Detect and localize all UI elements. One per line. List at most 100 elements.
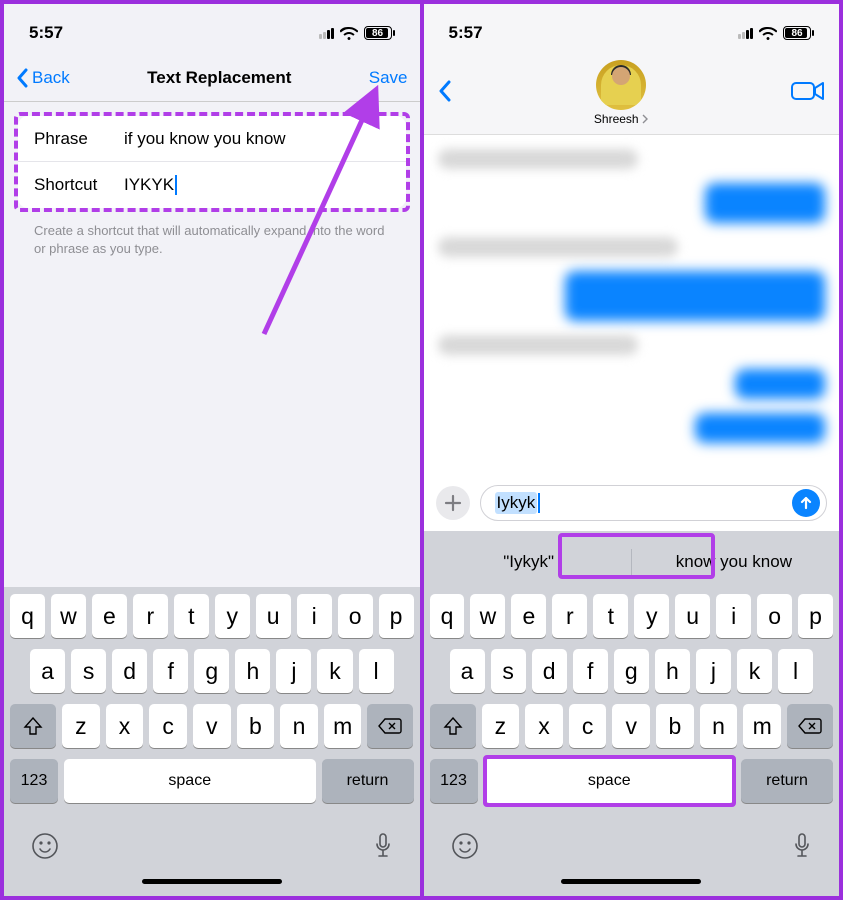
space-key[interactable]: space <box>64 759 316 803</box>
key-h[interactable]: h <box>235 649 270 693</box>
suggestion-2[interactable]: know you know <box>632 542 836 582</box>
dictation-icon[interactable] <box>373 832 393 865</box>
facetime-button[interactable] <box>791 80 825 107</box>
battery-icon: 86 <box>364 26 395 40</box>
numbers-key[interactable]: 123 <box>10 759 58 803</box>
shortcut-input[interactable]: IYKYK <box>124 175 390 196</box>
key-e[interactable]: e <box>511 594 546 638</box>
key-u[interactable]: u <box>675 594 710 638</box>
key-p[interactable]: p <box>798 594 833 638</box>
contact-name: Shreesh <box>594 112 639 126</box>
key-e[interactable]: e <box>92 594 127 638</box>
key-k[interactable]: k <box>317 649 352 693</box>
key-l[interactable]: l <box>778 649 813 693</box>
keyboard-row-3: zxcvbnm <box>7 704 417 748</box>
key-r[interactable]: r <box>552 594 587 638</box>
key-n[interactable]: n <box>700 704 738 748</box>
key-p[interactable]: p <box>379 594 414 638</box>
keyboard-row-2: asdfghjkl <box>7 649 417 693</box>
phrase-input[interactable]: if you know you know <box>124 129 390 149</box>
key-o[interactable]: o <box>757 594 792 638</box>
status-time: 5:57 <box>29 23 63 43</box>
dictation-icon[interactable] <box>792 832 812 865</box>
key-n[interactable]: n <box>280 704 318 748</box>
backspace-key[interactable] <box>787 704 833 748</box>
key-f[interactable]: f <box>153 649 188 693</box>
emoji-icon[interactable] <box>451 832 479 865</box>
attach-button[interactable] <box>436 486 470 520</box>
key-v[interactable]: v <box>612 704 650 748</box>
key-x[interactable]: x <box>525 704 563 748</box>
status-icons: 86 <box>319 26 395 40</box>
return-key[interactable]: return <box>322 759 414 803</box>
shift-key[interactable] <box>10 704 56 748</box>
key-o[interactable]: o <box>338 594 373 638</box>
key-x[interactable]: x <box>106 704 144 748</box>
key-z[interactable]: z <box>482 704 520 748</box>
key-u[interactable]: u <box>256 594 291 638</box>
right-phone: 5:57 86 Shreesh <box>424 4 840 896</box>
key-h[interactable]: h <box>655 649 690 693</box>
numbers-key[interactable]: 123 <box>430 759 478 803</box>
key-q[interactable]: q <box>10 594 45 638</box>
phrase-row[interactable]: Phrase if you know you know <box>18 116 406 162</box>
key-m[interactable]: m <box>324 704 362 748</box>
key-f[interactable]: f <box>573 649 608 693</box>
shortcut-row[interactable]: Shortcut IYKYK <box>18 162 406 208</box>
key-c[interactable]: c <box>569 704 607 748</box>
back-button[interactable] <box>438 80 452 107</box>
chat-body <box>424 135 840 475</box>
key-a[interactable]: a <box>450 649 485 693</box>
space-key[interactable]: space <box>484 759 736 803</box>
key-z[interactable]: z <box>62 704 100 748</box>
key-g[interactable]: g <box>194 649 229 693</box>
key-s[interactable]: s <box>71 649 106 693</box>
key-v[interactable]: v <box>193 704 231 748</box>
keyboard-row-1: qwertyuiop <box>427 594 837 638</box>
key-d[interactable]: d <box>532 649 567 693</box>
key-k[interactable]: k <box>737 649 772 693</box>
key-l[interactable]: l <box>359 649 394 693</box>
send-button[interactable] <box>792 489 820 517</box>
battery-icon: 86 <box>783 26 814 40</box>
return-key[interactable]: return <box>741 759 833 803</box>
key-y[interactable]: y <box>634 594 669 638</box>
key-w[interactable]: w <box>470 594 505 638</box>
contact-avatar <box>596 60 646 110</box>
contact-header[interactable]: Shreesh <box>460 60 784 126</box>
key-m[interactable]: m <box>743 704 781 748</box>
save-button[interactable]: Save <box>369 68 408 88</box>
key-r[interactable]: r <box>133 594 168 638</box>
messages-header: Shreesh <box>424 54 840 135</box>
key-c[interactable]: c <box>149 704 187 748</box>
key-t[interactable]: t <box>174 594 209 638</box>
phrase-label: Phrase <box>34 129 124 149</box>
back-button[interactable]: Back <box>16 68 70 88</box>
nav-title: Text Replacement <box>147 68 291 88</box>
keyboard: "Iykyk" know you know qwertyuiop asdfghj… <box>424 531 840 896</box>
key-a[interactable]: a <box>30 649 65 693</box>
key-s[interactable]: s <box>491 649 526 693</box>
keyboard-row-1: qwertyuiop <box>7 594 417 638</box>
backspace-key[interactable] <box>367 704 413 748</box>
key-i[interactable]: i <box>297 594 332 638</box>
keyboard: qwertyuiop asdfghjkl zxcvbnm 123 space r… <box>4 587 420 896</box>
key-q[interactable]: q <box>430 594 465 638</box>
key-b[interactable]: b <box>656 704 694 748</box>
key-i[interactable]: i <box>716 594 751 638</box>
key-b[interactable]: b <box>237 704 275 748</box>
keyboard-row-2: asdfghjkl <box>427 649 837 693</box>
shift-key[interactable] <box>430 704 476 748</box>
key-j[interactable]: j <box>696 649 731 693</box>
suggestion-1[interactable]: "Iykyk" <box>427 542 631 582</box>
key-d[interactable]: d <box>112 649 147 693</box>
compose-input[interactable]: Iykyk <box>480 485 828 521</box>
wifi-icon <box>340 27 358 40</box>
key-g[interactable]: g <box>614 649 649 693</box>
key-t[interactable]: t <box>593 594 628 638</box>
key-w[interactable]: w <box>51 594 86 638</box>
key-y[interactable]: y <box>215 594 250 638</box>
key-j[interactable]: j <box>276 649 311 693</box>
emoji-icon[interactable] <box>31 832 59 865</box>
wifi-icon <box>759 27 777 40</box>
